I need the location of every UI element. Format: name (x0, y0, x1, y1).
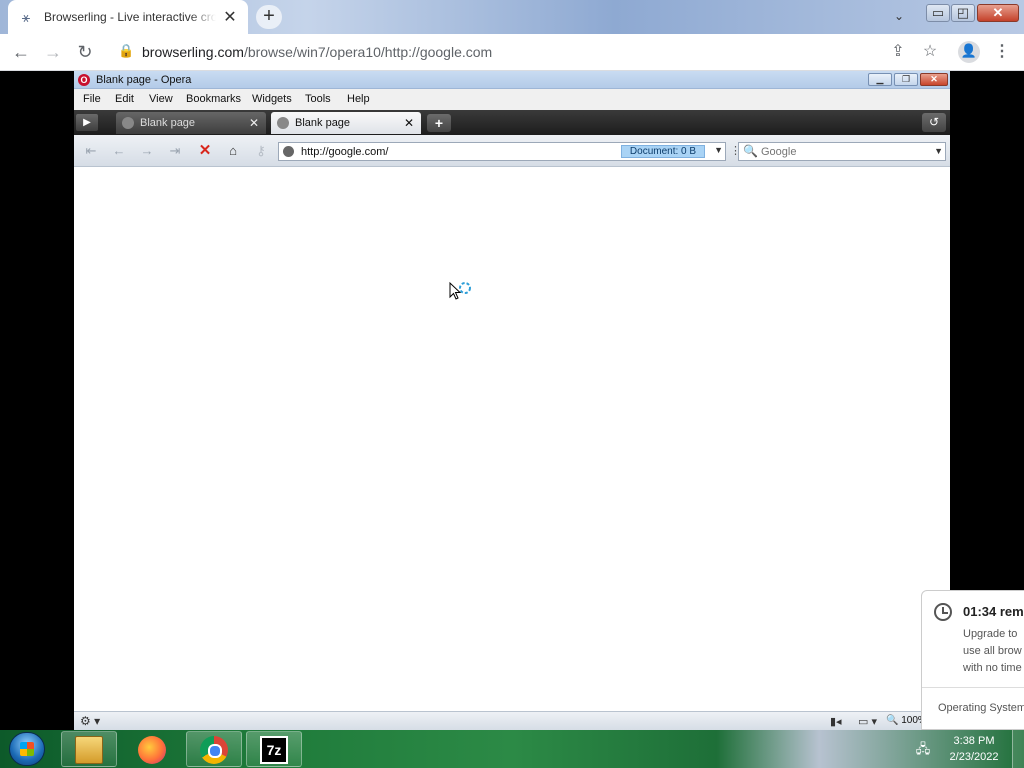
chrome-tabstrip: ⚹ Browserling - Live interactive cross-b… (0, 0, 1024, 34)
clock-date: 2/23/2022 (949, 751, 999, 763)
rewind-button[interactable]: ⇤ (80, 141, 102, 161)
firefox-icon (138, 736, 166, 764)
page-content[interactable] (74, 167, 950, 711)
tab-search-button[interactable]: ⌄ (888, 8, 910, 26)
chevron-down-icon[interactable]: ▼ (714, 145, 723, 155)
viewport-margin-left (0, 71, 74, 730)
os-label: Operating System (938, 702, 1024, 714)
fast-forward-button[interactable]: ⇥ (164, 141, 186, 161)
chrome-tab-title: Browserling - Live interactive cross-bro… (44, 10, 216, 24)
opera-titlebar[interactable]: O Blank page - Opera ▁ ❐ ✕ (74, 71, 950, 89)
wand-button[interactable]: ⚷ (250, 141, 272, 161)
divider (922, 687, 1024, 688)
opera-menubar: File Edit View Bookmarks Widgets Tools H… (74, 89, 950, 110)
gear-icon[interactable]: ⚙ ▾ (80, 714, 100, 728)
back-button[interactable]: ← (8, 40, 34, 66)
satellite-icon: ⚹ (21, 9, 31, 25)
forward-button[interactable]: → (40, 40, 66, 66)
7zip-icon: 7z (260, 736, 288, 764)
search-icon: 🔍 (743, 144, 758, 158)
opera-url-text: http://google.com/ (301, 146, 389, 158)
clock-time: 3:38 PM (953, 735, 995, 747)
opera-window-title: Blank page - Opera (96, 74, 192, 86)
share-icon[interactable]: ⇪ (888, 42, 908, 62)
new-tab-button[interactable]: + (256, 5, 282, 29)
opera-tab[interactable]: Blank page ✕ (116, 112, 266, 134)
upgrade-message-line: use all brow (963, 645, 1022, 657)
page-icon (277, 117, 289, 129)
clock-icon (934, 603, 952, 621)
opera-tab-label: Blank page (295, 117, 351, 129)
taskbar-7zip[interactable]: 7z (246, 731, 302, 767)
opera-statusbar: ⚙ ▾ ▮◂ ▭ ▾ 🔍 100% (74, 711, 950, 730)
close-icon[interactable]: ✕ (403, 116, 415, 130)
tray-clock[interactable]: 3:38 PM 2/23/2022 (942, 733, 1006, 765)
menu-widgets[interactable]: Widgets (252, 93, 292, 105)
panel-toggle-button[interactable]: ▶ (76, 114, 98, 131)
menu-tools[interactable]: Tools (305, 93, 331, 105)
stop-button[interactable]: ✕ (194, 141, 216, 161)
chrome-tab-browserling[interactable]: ⚹ Browserling - Live interactive cross-b… (8, 0, 248, 34)
time-remaining: 01:34 remaining (963, 604, 1024, 619)
bookmark-star-icon[interactable]: ☆ (920, 42, 940, 62)
search-input[interactable] (761, 143, 931, 160)
opera-address-field[interactable]: http://google.com/ Document: 0 B ▼ (278, 142, 726, 161)
chrome-icon (200, 736, 228, 764)
home-button[interactable]: ⌂ (222, 141, 244, 161)
menu-view[interactable]: View (149, 93, 173, 105)
opera-address-toolbar: ⇤ ← → ⇥ ✕ ⌂ ⚷ http://google.com/ Documen… (74, 135, 950, 167)
address-bar[interactable]: 🔒 browserling.com/browse/win7/opera10/ht… (108, 38, 948, 66)
profile-avatar[interactable]: 👤 (958, 41, 980, 63)
opera-search-field[interactable]: 🔍 ▼ (738, 142, 946, 161)
taskbar-chrome[interactable] (186, 731, 242, 767)
opera-tabbar: ▶ Blank page ✕ Blank page ✕ + ↺ (74, 110, 950, 135)
busy-cursor-icon (449, 281, 471, 300)
lock-icon[interactable]: 🔒 (118, 43, 134, 59)
view-toggle-icon[interactable]: ▮◂ (830, 715, 842, 728)
session-timer-panel: 01:34 remaining Upgrade to use all brow … (921, 590, 1024, 730)
windows-logo-icon (20, 742, 34, 756)
upgrade-message-line: with no time (963, 662, 1022, 674)
page-icon (283, 146, 294, 157)
opera-new-tab-button[interactable]: + (427, 114, 451, 132)
chrome-menu-icon[interactable]: ⋮ (992, 42, 1012, 62)
address-bar-url: browserling.com/browse/win7/opera10/http… (142, 44, 493, 60)
opera-tab-label: Blank page (140, 117, 196, 129)
close-icon[interactable]: ✕ (222, 7, 238, 27)
taskbar-explorer[interactable] (61, 731, 117, 767)
chrome-toolbar: ← → ↻ 🔒 browserling.com/browse/win7/oper… (0, 34, 1024, 71)
upgrade-message-line[interactable]: Upgrade to (963, 628, 1017, 640)
opera-logo-icon: O (78, 74, 90, 86)
menu-edit[interactable]: Edit (115, 93, 134, 105)
menu-file[interactable]: File (83, 93, 101, 105)
opera-close-button[interactable]: ✕ (920, 73, 948, 86)
panel-view-icon[interactable]: ▭ ▾ (858, 715, 877, 728)
chevron-down-icon[interactable]: ▼ (934, 146, 943, 156)
reload-button[interactable]: ↻ (72, 40, 98, 66)
network-icon[interactable]: 🖧 (914, 740, 932, 758)
taskbar-firefox[interactable] (124, 731, 180, 767)
menu-help[interactable]: Help (347, 93, 370, 105)
opera-forward-button[interactable]: → (136, 141, 158, 161)
close-icon[interactable]: ✕ (248, 116, 260, 130)
opera-tab-active[interactable]: Blank page ✕ (271, 112, 421, 134)
opera-minimize-button[interactable]: ▁ (868, 73, 892, 86)
load-progress-badge: Document: 0 B (621, 145, 705, 158)
closed-tabs-icon[interactable]: ↺ (922, 113, 946, 132)
windows-taskbar: 7z 🖧 3:38 PM 2/23/2022 (0, 730, 1024, 768)
opera-window: O Blank page - Opera ▁ ❐ ✕ File Edit Vie… (74, 71, 950, 730)
maximize-button[interactable]: ◰ (951, 4, 975, 22)
show-desktop-button[interactable] (1012, 730, 1024, 768)
menu-bookmarks[interactable]: Bookmarks (186, 93, 241, 105)
page-icon (122, 117, 134, 129)
opera-back-button[interactable]: ← (108, 141, 130, 161)
start-button[interactable] (9, 732, 45, 766)
folder-icon (75, 736, 103, 764)
opera-restore-button[interactable]: ❐ (894, 73, 918, 86)
minimize-button[interactable]: ▭ (926, 4, 950, 22)
close-window-button[interactable]: ✕ (977, 4, 1019, 22)
